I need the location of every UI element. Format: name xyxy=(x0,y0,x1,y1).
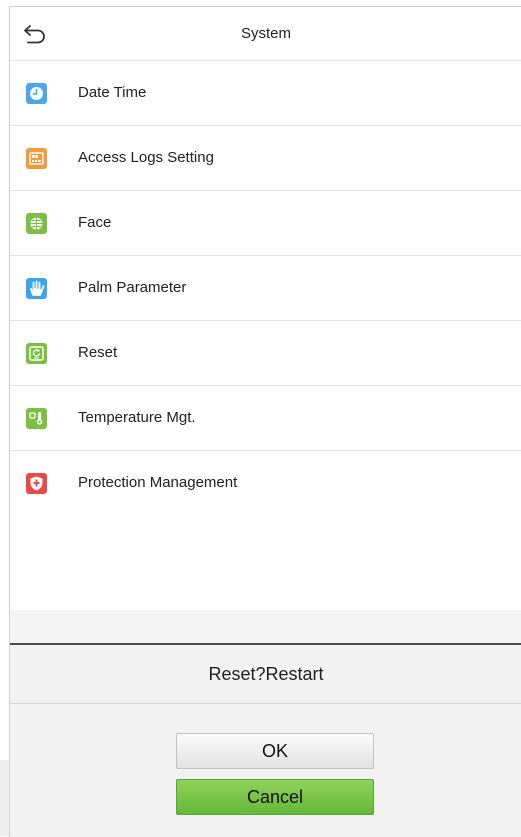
dialog-title: Reset?Restart xyxy=(10,645,521,704)
reset-icon xyxy=(26,343,47,364)
logs-icon xyxy=(26,148,47,169)
menu-item-label: Access Logs Setting xyxy=(78,149,214,166)
ok-button[interactable]: OK xyxy=(176,733,374,769)
cancel-button[interactable]: Cancel xyxy=(176,779,374,815)
menu-item-temperature-mgt[interactable]: Temperature Mgt. xyxy=(10,386,521,451)
face-icon xyxy=(26,213,47,234)
left-gutter xyxy=(0,760,9,836)
menu-item-protection-management[interactable]: Protection Management xyxy=(10,451,521,516)
shield-icon xyxy=(26,473,47,494)
menu-item-label: Protection Management xyxy=(78,474,238,491)
menu-item-date-time[interactable]: Date Time xyxy=(10,61,521,126)
page-title: System xyxy=(240,25,291,42)
menu-item-label: Temperature Mgt. xyxy=(78,409,196,426)
thermometer-icon xyxy=(26,408,47,429)
confirm-dialog: Reset?Restart OK Cancel xyxy=(10,643,521,837)
menu-item-access-logs-setting[interactable]: Access Logs Setting xyxy=(10,126,521,191)
menu-item-label: Face xyxy=(78,214,112,231)
empty-list-area xyxy=(10,515,521,610)
menu-item-label: Date Time xyxy=(78,84,147,101)
palm-icon xyxy=(26,278,47,299)
menu-item-label: Palm Parameter xyxy=(78,279,187,296)
menu-item-face[interactable]: Face xyxy=(10,191,521,256)
dialog-backdrop xyxy=(10,610,521,643)
screen: System Date Time Access Logs Setting Fac… xyxy=(9,6,521,837)
clock-icon xyxy=(26,83,47,104)
menu-item-palm-parameter[interactable]: Palm Parameter xyxy=(10,256,521,321)
header-bar: System xyxy=(10,7,521,61)
menu-item-label: Reset xyxy=(78,344,118,361)
menu-item-reset[interactable]: Reset xyxy=(10,321,521,386)
system-menu-list: Date Time Access Logs Setting Face Palm … xyxy=(10,61,521,516)
